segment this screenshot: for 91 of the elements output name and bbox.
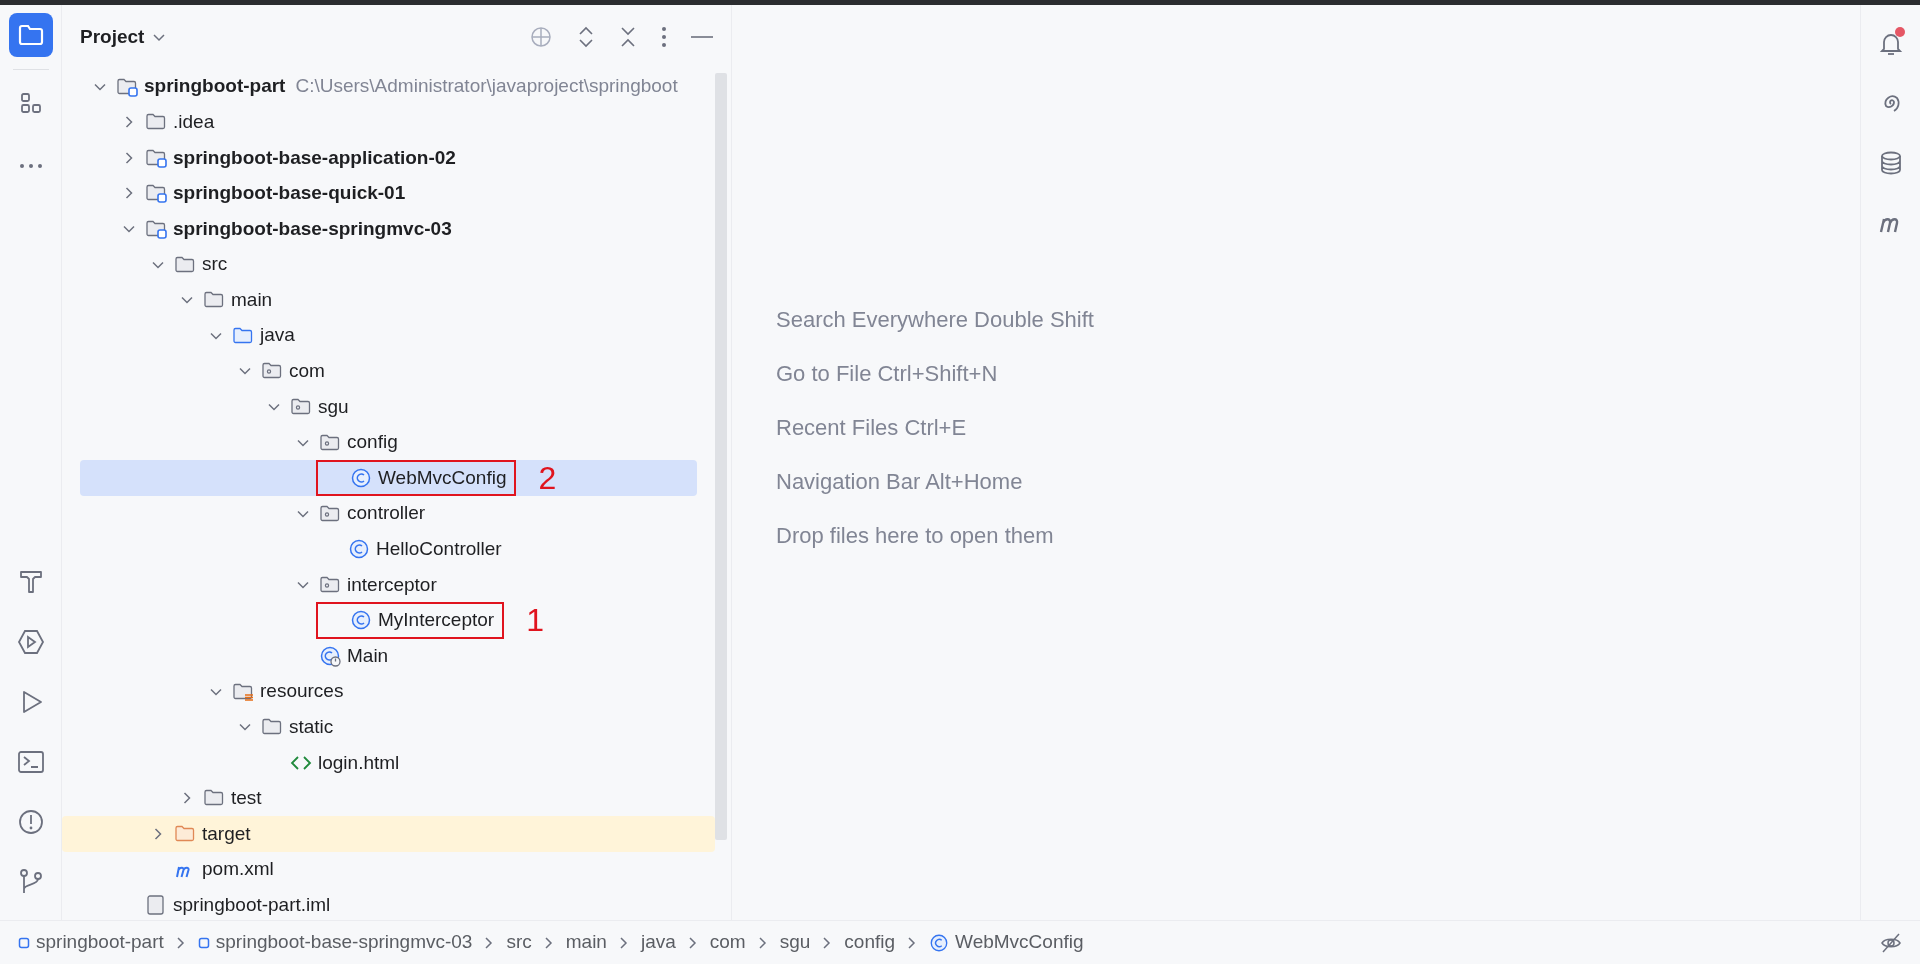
tree-item[interactable]: interceptor bbox=[80, 567, 697, 603]
annotation-number: 1 bbox=[526, 604, 544, 637]
tree-item[interactable]: MyInterceptor 1 bbox=[80, 602, 697, 639]
chevron-right-icon bbox=[907, 935, 918, 950]
chevron-right-icon bbox=[687, 935, 698, 950]
item-label: WebMvcConfig bbox=[378, 465, 507, 490]
panel-title[interactable]: Project bbox=[80, 22, 145, 52]
tree-item[interactable]: springboot-part.iml bbox=[80, 887, 697, 920]
tree-item[interactable]: springboot-base-quick-01 bbox=[80, 175, 697, 212]
module-folder-icon bbox=[145, 182, 167, 205]
breadcrumb-item[interactable]: java bbox=[640, 928, 676, 957]
item-label: MyInterceptor bbox=[378, 608, 495, 633]
item-label: test bbox=[231, 786, 262, 811]
chevron-right-icon bbox=[618, 935, 629, 950]
item-label: target bbox=[202, 821, 251, 846]
item-label: src bbox=[202, 252, 228, 277]
item-label: springboot-part.iml bbox=[173, 893, 331, 917]
annotation-number: 2 bbox=[538, 462, 557, 495]
minimize-icon[interactable] bbox=[691, 34, 713, 39]
tree-item[interactable]: controller bbox=[80, 495, 697, 532]
hint-text: Recent Files Ctrl+E bbox=[776, 413, 968, 442]
class-icon bbox=[350, 609, 372, 632]
hint-text: Navigation Bar Alt+Home bbox=[776, 467, 1024, 496]
tree-item[interactable]: login.html bbox=[80, 745, 697, 781]
class-icon bbox=[929, 932, 950, 953]
tree-item[interactable]: src bbox=[80, 246, 697, 283]
chevron-right-icon bbox=[822, 935, 833, 950]
item-label: sgu bbox=[318, 394, 349, 419]
eye-off-icon[interactable] bbox=[1880, 931, 1902, 954]
expand-all-icon[interactable] bbox=[577, 24, 595, 49]
chevron-right-icon bbox=[175, 935, 186, 950]
class-icon bbox=[348, 538, 370, 561]
hint-text: Go to File Ctrl+Shift+N bbox=[776, 359, 999, 388]
tree-item[interactable]: resources bbox=[80, 673, 697, 710]
tree-item[interactable]: target bbox=[62, 816, 715, 852]
item-label: static bbox=[289, 715, 334, 739]
item-label: springboot-part bbox=[144, 74, 286, 99]
tree-item[interactable]: test bbox=[80, 780, 697, 817]
hint-text: Drop files here to open them bbox=[776, 521, 1055, 550]
item-label: controller bbox=[347, 501, 426, 526]
breadcrumb-item[interactable]: main bbox=[565, 928, 607, 957]
item-label: pom.xml bbox=[202, 857, 274, 882]
chevron-right-icon bbox=[543, 935, 554, 950]
item-label: .idea bbox=[173, 109, 215, 134]
tree-item[interactable]: config bbox=[80, 424, 697, 461]
breadcrumb-item[interactable]: springboot-part bbox=[36, 928, 164, 957]
hint-text: Search Everywhere Double Shift bbox=[776, 305, 1095, 334]
project-path: C:\Users\Administrator\javaproject\springboot bbox=[295, 74, 678, 99]
module-icon bbox=[18, 936, 30, 949]
chevron-right-icon bbox=[484, 935, 495, 950]
collapse-all-icon[interactable] bbox=[619, 24, 637, 49]
locate-icon[interactable] bbox=[529, 24, 553, 49]
breadcrumb-item[interactable]: config bbox=[844, 928, 896, 957]
tree-item[interactable]: springboot-part C:\Users\Administrator\javaproject\springboot bbox=[80, 68, 697, 105]
tree-item[interactable]: sgu bbox=[80, 389, 697, 425]
item-label: springboot-base-springmvc-03 bbox=[173, 216, 452, 241]
chevron-right-icon bbox=[757, 935, 768, 950]
tree-item[interactable]: static bbox=[80, 709, 697, 746]
scrollbar[interactable] bbox=[715, 72, 727, 840]
tree-item[interactable]: .idea bbox=[80, 104, 697, 140]
tree-item[interactable]: main bbox=[80, 282, 697, 318]
breadcrumb-item[interactable]: src bbox=[506, 928, 532, 957]
item-label: resources bbox=[260, 679, 344, 704]
tree-item[interactable]: pom.xml bbox=[80, 851, 697, 888]
breadcrumb-item[interactable]: WebMvcConfig bbox=[955, 928, 1084, 957]
tree-item[interactable]: springboot-base-application-02 bbox=[80, 139, 697, 176]
breadcrumb-item[interactable]: sgu bbox=[779, 928, 811, 957]
item-label: config bbox=[347, 430, 398, 455]
tree-item[interactable]: Main bbox=[80, 638, 697, 674]
item-label: java bbox=[260, 323, 295, 348]
item-label: login.html bbox=[318, 750, 400, 775]
class-icon bbox=[319, 645, 341, 668]
breadcrumb-item[interactable]: com bbox=[709, 928, 746, 957]
item-label: HelloController bbox=[376, 537, 502, 562]
item-label: springboot-base-application-02 bbox=[173, 145, 456, 170]
item-label: springboot-base-quick-01 bbox=[173, 181, 406, 206]
file-icon bbox=[145, 894, 167, 917]
tree-item[interactable]: WebMvcConfig 2 bbox=[80, 460, 697, 496]
tree-item[interactable]: HelloController bbox=[80, 531, 697, 568]
tree-item[interactable]: java bbox=[80, 317, 697, 354]
class-icon bbox=[350, 467, 372, 490]
folder-icon[interactable] bbox=[8, 13, 53, 57]
tree-item[interactable]: springboot-base-springmvc-03 bbox=[80, 211, 697, 247]
item-label: main bbox=[231, 287, 273, 312]
breadcrumb-item[interactable]: springboot-base-springmvc-03 bbox=[215, 928, 473, 957]
item-label: com bbox=[289, 359, 325, 384]
item-label: interceptor bbox=[347, 572, 437, 597]
tree-item[interactable]: com bbox=[80, 353, 697, 390]
more-options-icon[interactable] bbox=[661, 25, 667, 48]
module-icon bbox=[197, 936, 210, 949]
item-label: Main bbox=[347, 643, 389, 668]
